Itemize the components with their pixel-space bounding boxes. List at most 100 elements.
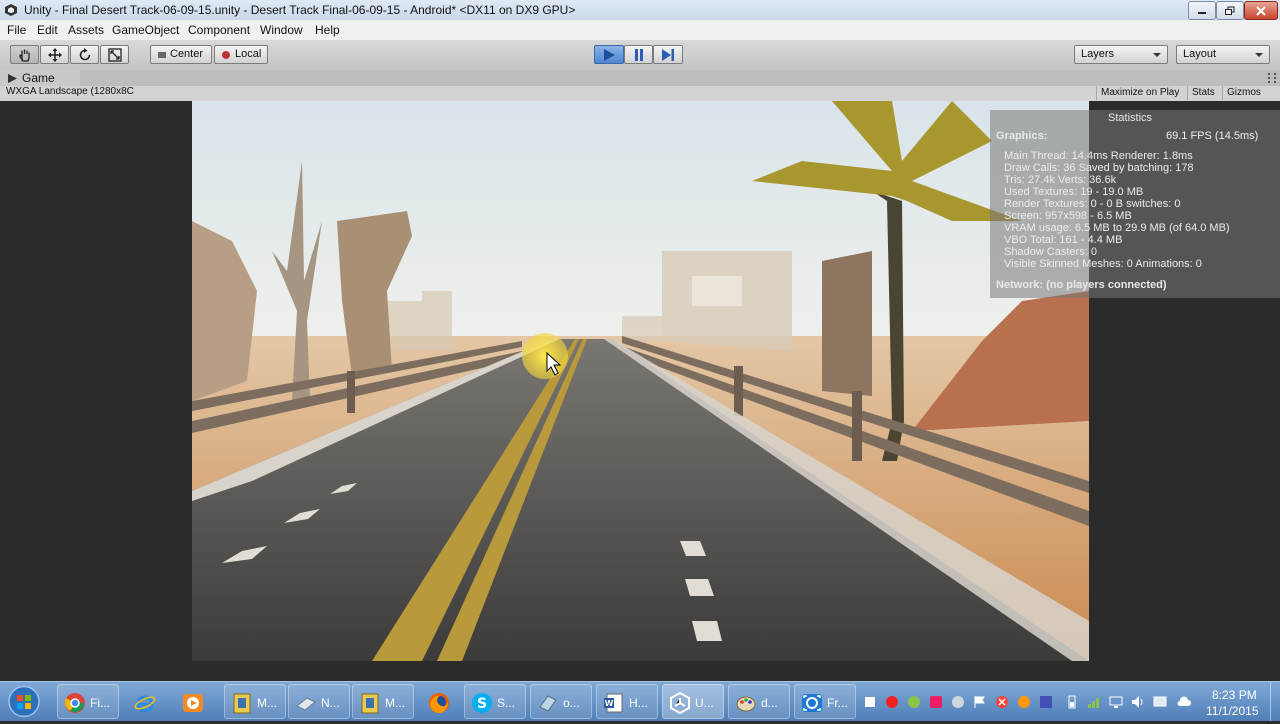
- menu-component[interactable]: Component: [188, 23, 250, 37]
- tray-app-icon[interactable]: [928, 694, 944, 710]
- task-label: M...: [385, 696, 405, 710]
- menu-window[interactable]: Window: [260, 23, 303, 37]
- layout-label: Layout: [1183, 48, 1217, 60]
- stats-toggle[interactable]: Stats: [1187, 86, 1219, 100]
- stat-line: Render Textures: 0 - 0 B switches: 0: [1004, 198, 1181, 210]
- flag-icon[interactable]: [972, 694, 988, 710]
- skype-icon: S: [472, 693, 492, 713]
- close-icon: [1256, 5, 1266, 16]
- taskbar-unity[interactable]: U...: [662, 684, 724, 719]
- move-icon: [47, 47, 62, 62]
- taskbar-paint[interactable]: d...: [728, 684, 790, 719]
- stop-icon[interactable]: [862, 694, 878, 710]
- taskbar-capture[interactable]: Fr...: [794, 684, 856, 719]
- space-local-toggle[interactable]: Local: [214, 45, 268, 64]
- cloud-icon[interactable]: [1176, 694, 1192, 710]
- fps-value: 69.1 FPS (14.5ms): [1166, 130, 1259, 142]
- layout-dropdown[interactable]: Layout: [1176, 45, 1270, 64]
- stat-line: Screen: 957x598 - 6.5 MB: [1004, 210, 1132, 222]
- task-label: d...: [761, 696, 778, 710]
- chevron-down-icon: [1255, 53, 1263, 57]
- pause-button[interactable]: [624, 45, 653, 64]
- graphics-label: Graphics:: [996, 130, 1048, 142]
- start-button[interactable]: [4, 682, 44, 721]
- menu-bar: File Edit Assets GameObject Component Wi…: [0, 20, 1280, 41]
- tray-app-icon[interactable]: [1038, 694, 1054, 710]
- task-label: Fr...: [827, 696, 848, 710]
- unity-icon: [670, 692, 690, 714]
- layers-label: Layers: [1081, 48, 1115, 60]
- scale-tool-button[interactable]: [100, 45, 129, 64]
- notepad-icon: [296, 697, 316, 711]
- monitor-icon[interactable]: [1152, 694, 1168, 710]
- tray-app-icon[interactable]: [906, 694, 922, 710]
- step-icon: [662, 48, 674, 61]
- windows-taskbar: Fi... M... N... M... S S... o... W H... …: [0, 681, 1280, 721]
- battery-icon[interactable]: [1064, 694, 1080, 710]
- stat-line: VBO Total: 161 - 4.4 MB: [1004, 234, 1123, 246]
- hand-tool-button[interactable]: [10, 45, 39, 64]
- taskbar-folder-1[interactable]: M...: [224, 684, 286, 719]
- scale-icon: [107, 47, 122, 62]
- menu-assets[interactable]: Assets: [68, 23, 104, 37]
- task-label: S...: [497, 696, 516, 710]
- stat-line: Main Thread: 14.4ms Renderer: 1.8ms: [1004, 150, 1193, 162]
- menu-file[interactable]: File: [7, 23, 26, 37]
- svg-text:S: S: [477, 696, 487, 712]
- gizmos-dropdown[interactable]: Gizmos: [1222, 86, 1265, 100]
- record-icon[interactable]: [884, 694, 900, 710]
- layers-dropdown[interactable]: Layers: [1074, 45, 1168, 64]
- restore-icon: [1225, 6, 1235, 15]
- taskbar-media-player[interactable]: [170, 684, 214, 719]
- game-tab-icon: [8, 74, 17, 83]
- pivot-center-toggle[interactable]: Center: [150, 45, 212, 64]
- aspect-dropdown[interactable]: WXGA Landscape (1280x8C: [6, 86, 134, 97]
- pivot-icon: [158, 51, 166, 58]
- close-button[interactable]: [1244, 1, 1278, 20]
- taskbar-firefox[interactable]: [416, 684, 460, 719]
- panel-menu-icon[interactable]: [1268, 73, 1276, 83]
- move-tool-button[interactable]: [40, 45, 69, 64]
- game-viewport[interactable]: Statistics Graphics: 69.1 FPS (14.5ms) M…: [0, 101, 1280, 661]
- tray-app-icon[interactable]: [950, 694, 966, 710]
- pause-icon: [634, 48, 643, 61]
- window-title: Unity - Final Desert Track-06-09-15.unit…: [24, 3, 576, 17]
- show-desktop-button[interactable]: [1270, 682, 1280, 721]
- display-icon[interactable]: [1108, 694, 1124, 710]
- maximize-on-play-toggle[interactable]: Maximize on Play: [1096, 86, 1183, 100]
- minimize-button[interactable]: [1188, 1, 1216, 20]
- windows-start-icon: [8, 685, 40, 718]
- taskbar-ie[interactable]: [122, 684, 166, 719]
- panel-tab-bar: Game: [0, 70, 1280, 87]
- taskbar-word[interactable]: W H...: [596, 684, 658, 719]
- statistics-header: Statistics: [1108, 112, 1153, 124]
- clock-date[interactable]: 11/1/2015: [1206, 704, 1259, 718]
- tab-game[interactable]: Game: [0, 70, 80, 86]
- stat-line: Visible Skinned Meshes: 0 Animations: 0: [1004, 258, 1202, 270]
- task-label: Fi...: [90, 696, 110, 710]
- space-label: Local: [235, 48, 262, 60]
- stat-line: Tris: 27.4k Verts: 36.6k: [1004, 174, 1117, 186]
- play-button[interactable]: [594, 45, 624, 64]
- internet-explorer-icon: [134, 695, 156, 713]
- clock-time[interactable]: 8:23 PM: [1212, 688, 1257, 702]
- volume-icon[interactable]: [1130, 694, 1146, 710]
- rotate-tool-button[interactable]: [70, 45, 99, 64]
- taskbar-skype[interactable]: S S...: [464, 684, 526, 719]
- tray-app-icon[interactable]: [1016, 694, 1032, 710]
- paint-palette-icon: [736, 696, 756, 712]
- step-button[interactable]: [653, 45, 683, 64]
- minimize-icon: [1198, 11, 1206, 14]
- network-icon[interactable]: [1086, 694, 1102, 710]
- taskbar-notepad[interactable]: N...: [288, 684, 350, 719]
- menu-gameobject[interactable]: GameObject: [112, 23, 179, 37]
- taskbar-chrome[interactable]: Fi...: [57, 684, 119, 719]
- game-render-scene: [192, 101, 1089, 661]
- taskbar-folder-2[interactable]: M...: [352, 684, 414, 719]
- restore-button[interactable]: [1216, 1, 1244, 20]
- menu-help[interactable]: Help: [315, 23, 340, 37]
- taskbar-app-o[interactable]: o...: [530, 684, 592, 719]
- security-icon[interactable]: [994, 694, 1010, 710]
- task-label: o...: [563, 696, 580, 710]
- menu-edit[interactable]: Edit: [37, 23, 58, 37]
